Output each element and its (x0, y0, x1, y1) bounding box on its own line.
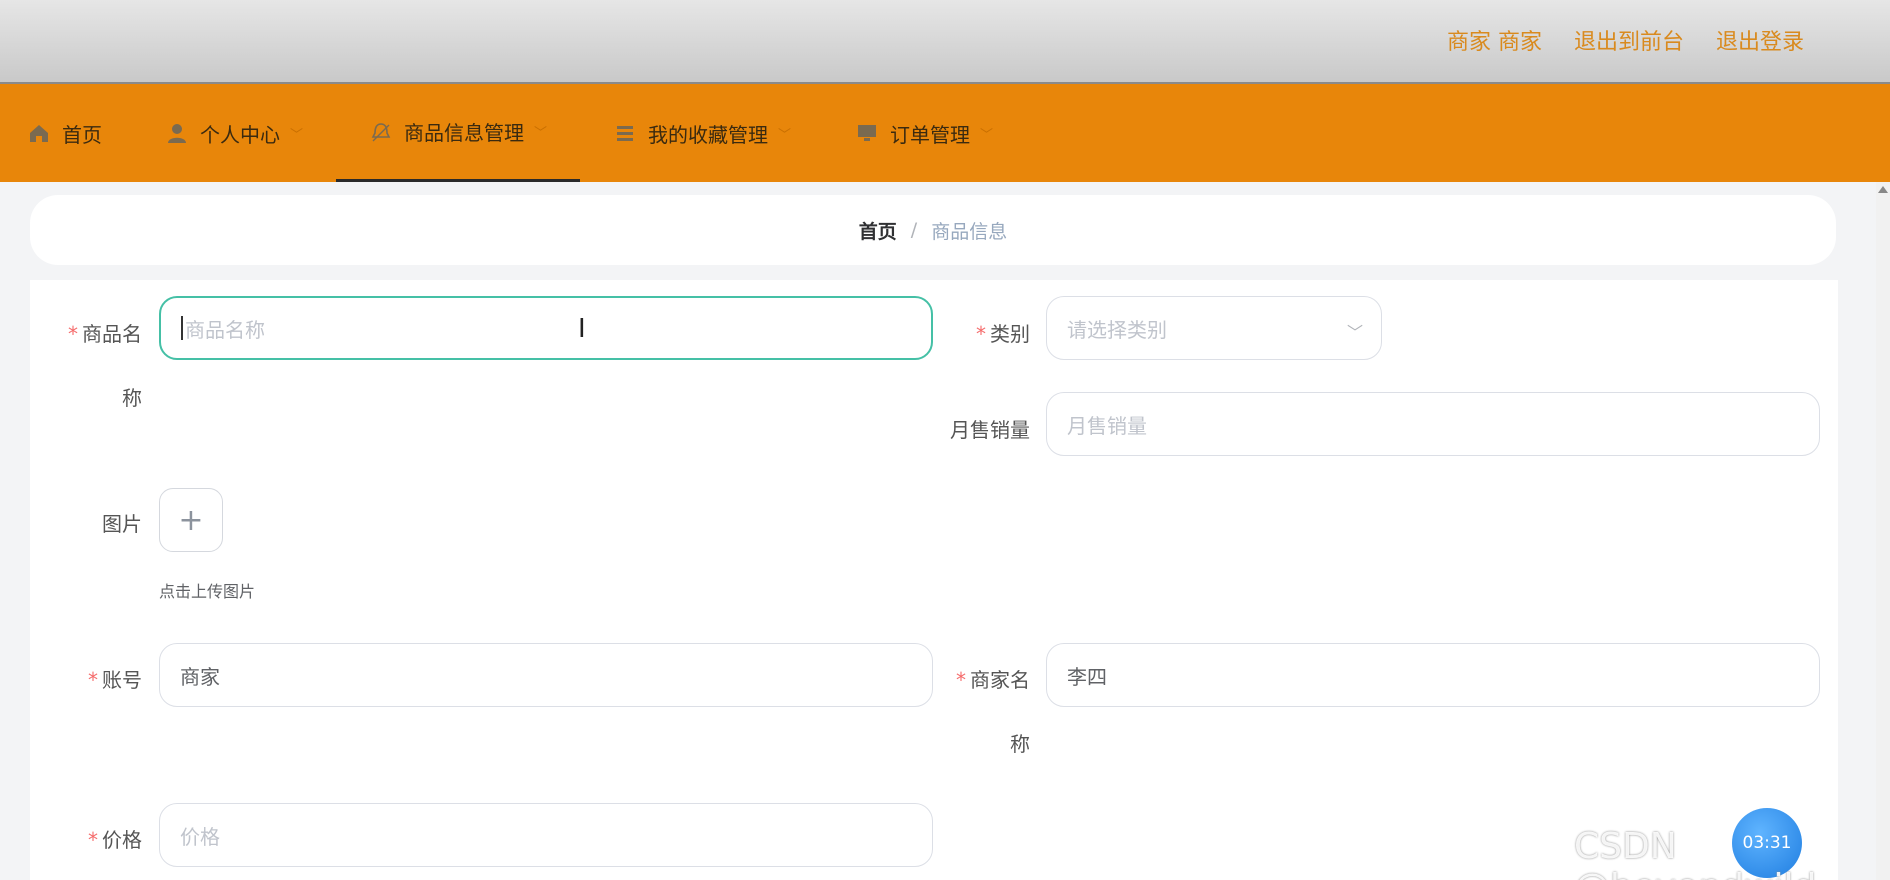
price-label: * 价格 (88, 828, 142, 852)
image-label: 图片 (102, 512, 142, 536)
account-label: * 账号 (88, 668, 142, 692)
user-label[interactable]: 商家 商家 (1447, 24, 1542, 56)
bell-icon (370, 121, 392, 143)
breadcrumb-separator: / (910, 219, 918, 241)
home-icon (28, 122, 50, 144)
logout-link[interactable]: 退出登录 (1716, 24, 1804, 56)
to-frontend-link[interactable]: 退出到前台 (1574, 24, 1684, 56)
breadcrumb-current: 商品信息 (931, 220, 1008, 243)
category-label: * 类别 (976, 322, 1030, 346)
merchant-name-value: 李四 (1067, 664, 1107, 689)
nav-item-personal[interactable]: 个人中心 ﹀ (166, 84, 303, 182)
breadcrumb: 首页 / 商品信息 (30, 195, 1836, 265)
upload-tip: 点击上传图片 (159, 582, 256, 601)
nav-item-product[interactable]: 商品信息管理 ﹀ (336, 84, 580, 182)
chevron-down-icon: ﹀ (980, 127, 994, 143)
merchant-name-label-wrap: 称 (1010, 732, 1030, 756)
category-placeholder: 请选择类别 (1067, 317, 1167, 342)
nav-label-product: 商品信息管理 (404, 121, 524, 145)
top-header: 商家 商家 退出到前台 退出登录 (0, 0, 1890, 84)
nav-label-orders: 订单管理 (890, 122, 970, 147)
category-select[interactable]: 请选择类别 ﹀ (1046, 296, 1382, 360)
merchant-name-input[interactable]: 李四 (1046, 643, 1820, 707)
nav-item-orders[interactable]: 订单管理 ﹀ (856, 84, 993, 182)
text-cursor-icon: I (578, 314, 586, 344)
main-nav: 首页 个人中心 ﹀ 商品信息管理 ﹀ 我的收藏管理 ﹀ 订单管理 ﹀ (0, 84, 1890, 182)
monthly-sales-input[interactable]: 月售销量 (1046, 392, 1820, 456)
chevron-down-icon: ﹀ (778, 127, 792, 143)
merchant-name-label: * 商家名 (956, 668, 1030, 692)
scrollbar[interactable] (1876, 182, 1890, 880)
product-name-placeholder: 商品名称 (185, 317, 265, 342)
account-value: 商家 (180, 664, 220, 689)
nav-label-favorites: 我的收藏管理 (648, 122, 768, 147)
price-input[interactable]: 价格 (159, 803, 933, 867)
nav-label-home: 首页 (62, 122, 102, 147)
user-icon (166, 122, 188, 144)
product-name-label: * 商品名 (68, 322, 142, 346)
form-panel (30, 280, 1838, 880)
nav-item-home[interactable]: 首页 (28, 84, 102, 182)
chevron-down-icon: ﹀ (534, 126, 548, 141)
scroll-up-arrow-icon[interactable] (1878, 186, 1888, 193)
breadcrumb-home[interactable]: 首页 (859, 217, 897, 244)
account-input[interactable]: 商家 (159, 643, 933, 707)
chevron-down-icon: ﹀ (290, 127, 304, 143)
monthly-sales-label: 月售销量 (950, 418, 1030, 442)
nav-item-favorites[interactable]: 我的收藏管理 ﹀ (614, 84, 791, 182)
header-links: 商家 商家 退出到前台 退出登录 (1447, 24, 1804, 56)
text-caret (181, 316, 183, 340)
chevron-down-icon: ﹀ (1346, 323, 1363, 342)
monthly-sales-placeholder: 月售销量 (1067, 413, 1147, 438)
monitor-icon (856, 122, 878, 144)
nav-label-personal: 个人中心 (200, 122, 280, 147)
price-placeholder: 价格 (180, 824, 220, 849)
plus-icon: + (178, 502, 204, 538)
list-icon (614, 122, 636, 144)
product-name-label-wrap: 称 (122, 386, 142, 410)
product-name-input[interactable]: 商品名称 (159, 296, 933, 360)
image-upload-button[interactable]: + (159, 488, 223, 552)
watermark: CSDN @beyondwild (1574, 826, 1816, 880)
